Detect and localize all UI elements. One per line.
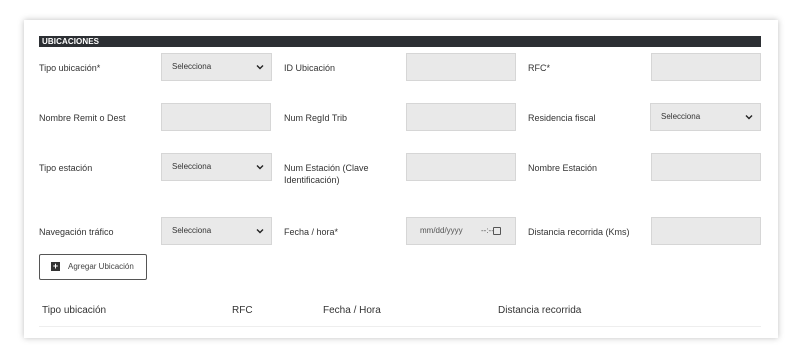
chevron-down-icon (256, 229, 264, 234)
table-header-divider (39, 326, 761, 327)
tipo-estacion-label: Tipo estación (39, 163, 93, 173)
table-header-rfc: RFC (232, 305, 253, 316)
navegacion-trafico-label: Navegación tráfico (39, 227, 114, 237)
residencia-fiscal-select[interactable]: Selecciona (650, 103, 761, 131)
num-estacion-input[interactable] (406, 153, 516, 181)
table-header-fecha-hora: Fecha / Hora (323, 305, 381, 316)
plus-square-icon: + (51, 261, 60, 271)
num-reg-id-trib-label: Num RegId Trib (284, 113, 348, 123)
distancia-recorrida-input[interactable] (651, 217, 761, 245)
agregar-ubicacion-label: Agregar Ubicación (68, 262, 134, 271)
agregar-ubicacion-button[interactable]: + Agregar Ubicación (39, 254, 147, 280)
distancia-recorrida-label: Distancia recorrida (Kms) (528, 227, 630, 237)
chevron-down-icon (745, 115, 753, 120)
ubicaciones-card: UBICACIONES Tipo ubicación* Selecciona I… (24, 20, 778, 338)
navegacion-trafico-select[interactable]: Selecciona (161, 217, 272, 245)
table-header-tipo-ubicacion: Tipo ubicación (42, 305, 107, 316)
num-reg-id-trib-input[interactable] (406, 103, 516, 131)
table-header-distancia-recorrida: Distancia recorrida (498, 305, 582, 316)
tipo-ubicacion-value: Selecciona (172, 62, 212, 71)
tipo-ubicacion-select[interactable]: Selecciona (161, 53, 272, 81)
rfc-input[interactable] (651, 53, 761, 81)
tipo-estacion-value: Selecciona (172, 162, 212, 171)
fecha-hora-time-placeholder: --:-- (481, 226, 494, 235)
nombre-estacion-input[interactable] (651, 153, 761, 181)
nombre-remitente-input[interactable] (161, 103, 271, 131)
rfc-label: RFC* (528, 63, 550, 73)
fecha-hora-label: Fecha / hora* (284, 227, 339, 237)
section-header: UBICACIONES (39, 36, 761, 47)
navegacion-trafico-value: Selecciona (172, 226, 212, 235)
tipo-ubicacion-label: Tipo ubicación* (39, 63, 101, 73)
residencia-fiscal-value: Selecciona (661, 112, 701, 121)
nombre-remitente-label: Nombre Remit o Dest (39, 113, 126, 123)
fecha-hora-placeholder: mm/dd/yyyy (420, 226, 463, 235)
id-ubicacion-label: ID Ubicación (284, 63, 336, 73)
num-estacion-label: Num Estación (Clave Identificación) (284, 163, 369, 185)
calendar-icon[interactable] (493, 227, 501, 235)
fecha-hora-input[interactable]: mm/dd/yyyy --:-- (406, 217, 516, 245)
residencia-fiscal-label: Residencia fiscal (528, 113, 596, 123)
nombre-estacion-label: Nombre Estación (528, 163, 598, 173)
tipo-estacion-select[interactable]: Selecciona (161, 153, 272, 181)
chevron-down-icon (256, 65, 264, 70)
id-ubicacion-input[interactable] (406, 53, 516, 81)
chevron-down-icon (256, 165, 264, 170)
